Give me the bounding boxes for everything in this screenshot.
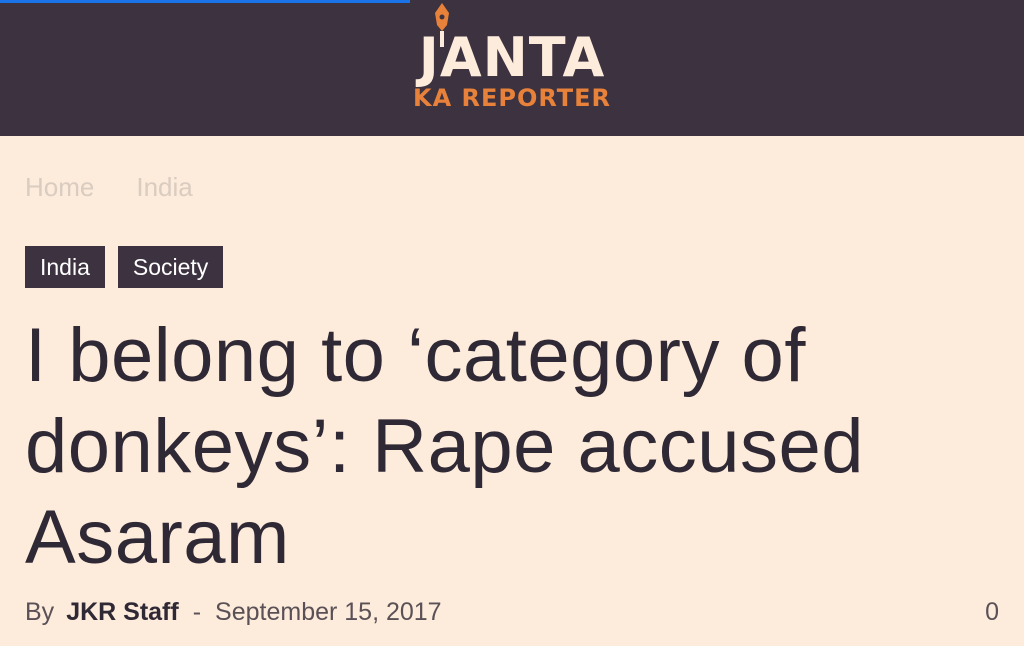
category-tags: India Society bbox=[25, 246, 224, 288]
by-label: By bbox=[25, 598, 55, 626]
comment-count[interactable]: 0 bbox=[985, 598, 999, 627]
tag-society[interactable]: Society bbox=[117, 246, 224, 288]
author-link[interactable]: JKR Staff bbox=[66, 598, 179, 627]
breadcrumb-india[interactable]: India bbox=[136, 172, 192, 203]
breadcrumb-home[interactable]: Home bbox=[25, 172, 94, 203]
logo-wordmark-top: JANTA bbox=[418, 26, 606, 89]
article-title: I belong to ‘category of donkeys’: Rape … bbox=[25, 313, 865, 580]
tag-india[interactable]: India bbox=[25, 246, 105, 288]
page-load-progress-bar bbox=[0, 0, 410, 3]
breadcrumb: Home India bbox=[25, 172, 193, 203]
publish-date: September 15, 2017 bbox=[215, 598, 442, 626]
site-header: JANTA KA REPORTER bbox=[0, 0, 1024, 136]
meta-separator: - bbox=[192, 598, 202, 626]
article-meta: By JKR Staff - September 15, 2017 0 bbox=[25, 598, 999, 627]
site-logo[interactable]: JANTA KA REPORTER bbox=[413, 3, 611, 111]
